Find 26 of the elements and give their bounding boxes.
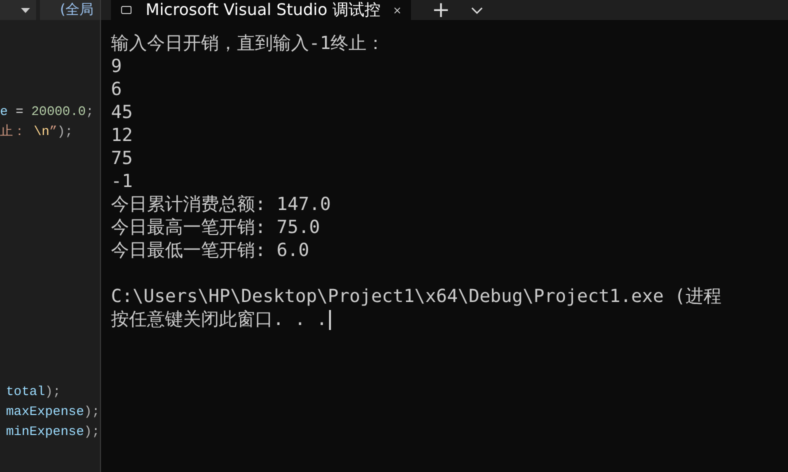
terminal-tab[interactable]: Microsoft Visual Studio 调试控: [111, 0, 411, 20]
tab-title: Microsoft Visual Studio 调试控: [146, 0, 380, 20]
console-output-line: 12: [111, 124, 134, 147]
caret-icon: [21, 8, 30, 12]
code-line: minExpense);: [6, 423, 100, 441]
chevron-down-icon: [471, 6, 483, 14]
close-icon[interactable]: [394, 4, 401, 16]
console-output-line: 6: [111, 78, 123, 101]
console-output-line: 75: [111, 147, 134, 170]
code-line: total);: [6, 383, 62, 401]
dropdown[interactable]: [0, 0, 36, 20]
console-output-line: 输入今日开销，直到输入-1终止：: [111, 32, 386, 55]
code-line: e = 20000.0;: [0, 103, 95, 121]
console-output-line: 今日最高一笔开销: 75.0: [111, 216, 322, 239]
scope-dropdown[interactable]: (全局: [40, 0, 100, 20]
console-output-line: -1: [111, 170, 134, 193]
console-output-line: 今日最低一笔开销: 6.0: [111, 239, 310, 262]
console-output-line: 45: [111, 101, 134, 124]
console-icon: [121, 3, 132, 17]
console-output-line: C:\Users\HP\Desktop\Project1\x64\Debug\Project1.exe (进程: [111, 285, 722, 308]
console-output-line: 按任意键关闭此窗口. . .: [111, 308, 788, 331]
new-tab-button[interactable]: +: [423, 0, 459, 20]
console-output-line: 今日累计消费总额: 147.0: [111, 193, 332, 216]
console-output-line: 9: [111, 55, 123, 78]
code-line: 止： \n”);: [0, 123, 74, 141]
code-line: maxExpense);: [6, 403, 100, 421]
